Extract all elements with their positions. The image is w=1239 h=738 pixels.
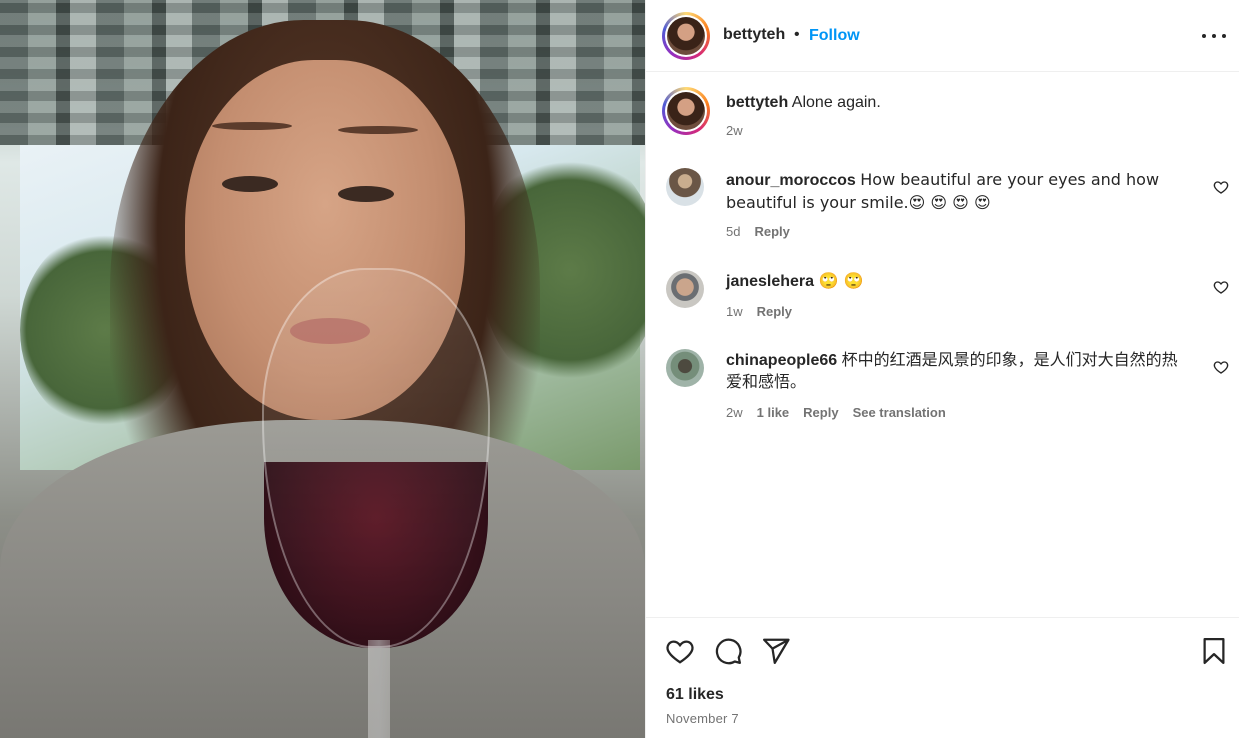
author-avatar[interactable]	[662, 12, 710, 60]
caption-time[interactable]: 2w	[726, 123, 743, 138]
brow-shape	[338, 126, 418, 134]
caption: bettyteh Alone again.	[726, 92, 1186, 114]
reply-button[interactable]: Reply	[803, 405, 838, 420]
post-side-panel: bettyteh • Follow bettyteh Alone again. …	[645, 0, 1239, 738]
more-options-icon[interactable]	[1202, 28, 1226, 44]
author-username[interactable]: bettyteh	[723, 26, 785, 44]
comment-like-heart-icon[interactable]	[1213, 359, 1229, 375]
see-translation-button[interactable]: See translation	[853, 405, 946, 420]
share-icon[interactable]	[761, 636, 791, 666]
comment-meta: 1w Reply	[726, 304, 792, 319]
likes-count[interactable]: 61 likes	[666, 686, 724, 704]
comment-icon[interactable]	[713, 636, 743, 666]
caption-username[interactable]: bettyteh	[726, 94, 788, 111]
comments-list: bettyteh Alone again. 2w anour_moroccos …	[646, 72, 1239, 617]
heart-icon[interactable]	[665, 636, 695, 666]
caption-avatar[interactable]	[662, 87, 710, 135]
brow-shape	[212, 122, 292, 130]
post-header: bettyteh • Follow	[646, 0, 1239, 72]
comment: janeslehera 🙄 🙄	[726, 270, 1186, 293]
follow-button[interactable]: Follow	[809, 27, 860, 45]
comment-username[interactable]: chinapeople66	[726, 352, 837, 369]
comment-time[interactable]: 5d	[726, 224, 740, 239]
comment-meta: 5d Reply	[726, 224, 790, 239]
post-actions: 61 likes November 7	[646, 617, 1239, 738]
reply-button[interactable]: Reply	[757, 304, 792, 319]
comment-like-heart-icon[interactable]	[1213, 179, 1229, 195]
comment-username[interactable]: anour_moroccos	[726, 172, 856, 189]
comment-time[interactable]: 2w	[726, 405, 743, 420]
post-image[interactable]	[0, 0, 645, 738]
comment-avatar[interactable]	[666, 270, 704, 308]
post-date[interactable]: November 7	[666, 711, 739, 726]
eye-shape	[338, 186, 394, 202]
reply-button[interactable]: Reply	[754, 224, 789, 239]
comment-meta: 2w 1 like Reply See translation	[726, 405, 946, 420]
caption-text: Alone again.	[791, 94, 881, 111]
comment-avatar[interactable]	[666, 168, 704, 206]
comment-username[interactable]: janeslehera	[726, 273, 814, 290]
comment: chinapeople66 杯中的红酒是风景的印象，是人们对大自然的热爱和感悟。	[726, 350, 1186, 394]
separator-dot: •	[794, 26, 800, 43]
comment-like-heart-icon[interactable]	[1213, 279, 1229, 295]
bookmark-icon[interactable]	[1199, 636, 1229, 666]
comment-time[interactable]: 1w	[726, 304, 743, 319]
comment-avatar[interactable]	[666, 349, 704, 387]
caption-meta: 2w	[726, 123, 743, 138]
glass-stem-shape	[368, 640, 390, 738]
eye-shape	[222, 176, 278, 192]
comment-likes-count[interactable]: 1 like	[757, 405, 790, 420]
comment: anour_moroccos How beautiful are your ey…	[726, 169, 1186, 215]
comment-text: 🙄 🙄	[818, 271, 864, 290]
